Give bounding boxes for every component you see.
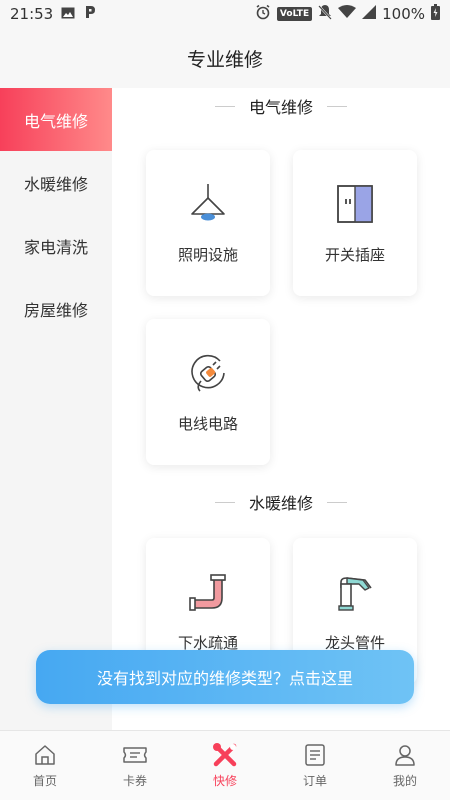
divider xyxy=(214,501,235,503)
service-card-label: 开关插座 xyxy=(324,246,385,264)
signal-icon xyxy=(362,5,377,23)
gallery-icon xyxy=(61,5,75,23)
plug-wire-icon xyxy=(186,351,230,395)
tab-orders[interactable]: 订单 xyxy=(270,731,360,800)
tab-label: 卡券 xyxy=(122,774,147,788)
category-sidebar: 电气维修 水暖维修 家电清洗 房屋维修 xyxy=(0,88,112,730)
tab-label: 首页 xyxy=(32,774,57,788)
faucet-icon xyxy=(333,570,377,614)
bottom-tabbar: 首页 卡券 快修 订单 我的 xyxy=(0,730,450,800)
ceiling-lamp-icon xyxy=(186,182,230,226)
volte-badge: VoLTE xyxy=(276,7,313,21)
service-list[interactable]: 电气维修 照明设施 开关插座 电线电路 水暖维修 下水疏通 龙头管件 xyxy=(112,88,450,730)
service-card-label: 电线电路 xyxy=(177,415,238,433)
tools-icon xyxy=(212,742,238,768)
status-time: 21:53 xyxy=(10,5,54,23)
ticket-icon xyxy=(122,742,148,768)
home-icon xyxy=(32,742,58,768)
order-icon xyxy=(302,742,328,768)
status-bar: 21:53 VoLTE 100% xyxy=(0,0,450,28)
alarm-icon xyxy=(255,4,271,24)
help-banner-text: 没有找到对应的维修类型？点击这里 xyxy=(96,669,353,688)
section-title-plumbing: 水暖维修 xyxy=(112,490,450,514)
sidebar-item-plumbing[interactable]: 水暖维修 xyxy=(0,151,112,214)
service-card-wiring[interactable]: 电线电路 xyxy=(146,319,270,465)
tab-label: 快修 xyxy=(212,774,237,788)
section-title-text: 水暖维修 xyxy=(248,494,313,513)
parking-app-icon xyxy=(83,5,97,23)
help-banner-button[interactable]: 没有找到对应的维修类型？点击这里 xyxy=(36,650,414,704)
sidebar-item-label: 家电清洗 xyxy=(24,237,89,257)
page-header: 专业维修 xyxy=(0,28,450,88)
sidebar-item-appliance-cleaning[interactable]: 家电清洗 xyxy=(0,214,112,277)
service-card-lighting[interactable]: 照明设施 xyxy=(146,150,270,296)
tab-label: 订单 xyxy=(302,774,327,788)
battery-level: 100% xyxy=(382,5,425,23)
profile-icon xyxy=(392,742,418,768)
section-title-text: 电气维修 xyxy=(248,98,313,117)
sidebar-item-label: 水暖维修 xyxy=(24,174,89,194)
tab-home[interactable]: 首页 xyxy=(0,731,90,800)
tab-profile[interactable]: 我的 xyxy=(360,731,450,800)
section-title-electrical: 电气维修 xyxy=(112,94,450,118)
divider xyxy=(327,105,347,107)
service-card-switch-socket[interactable]: 开关插座 xyxy=(293,150,417,296)
page-title: 专业维修 xyxy=(186,48,263,71)
wifi-icon xyxy=(338,5,357,23)
switch-socket-icon xyxy=(333,182,377,226)
mute-icon xyxy=(318,4,332,24)
battery-icon xyxy=(431,4,440,24)
divider xyxy=(214,105,235,107)
sidebar-item-label: 房屋维修 xyxy=(24,300,89,320)
sidebar-item-electrical[interactable]: 电气维修 xyxy=(0,88,112,151)
tab-coupons[interactable]: 卡券 xyxy=(90,731,180,800)
sidebar-item-label: 电气维修 xyxy=(24,111,89,131)
sidebar-item-house-repair[interactable]: 房屋维修 xyxy=(0,277,112,340)
tab-label: 我的 xyxy=(392,774,417,788)
tab-quick-repair[interactable]: 快修 xyxy=(180,731,270,800)
divider xyxy=(327,501,347,503)
service-card-label: 照明设施 xyxy=(177,246,238,264)
drain-pipe-icon xyxy=(186,570,230,614)
